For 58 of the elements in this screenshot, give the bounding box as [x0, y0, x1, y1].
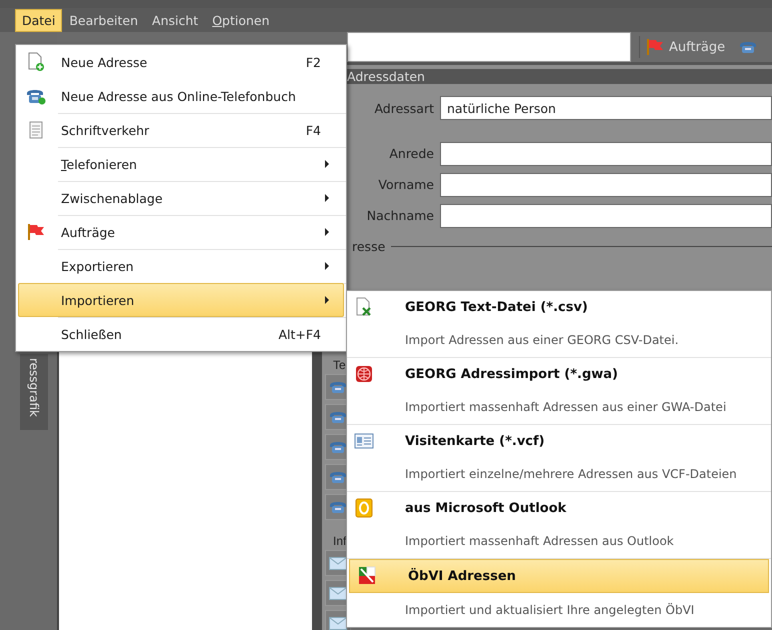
menu-item[interactable]: Ansicht	[145, 8, 206, 32]
field-label: Anrede	[388, 146, 435, 161]
submenu-arrow-icon	[325, 160, 329, 168]
menu-item-description: Import Adressen aus einer GEORG CSV-Datei.	[347, 323, 771, 358]
menu-item[interactable]: Datei	[15, 8, 62, 32]
menu-item[interactable]: GEORG Text-Datei (*.csv)	[347, 291, 771, 323]
menu-item-description: Importiert einzelne/mehrere Adressen aus VCF-Dateien	[347, 457, 771, 492]
menu-item[interactable]: Exportieren	[18, 249, 344, 283]
field-label: Nachname	[366, 208, 435, 223]
flag-icon	[646, 38, 664, 56]
input-field[interactable]: natürliche Person	[440, 96, 772, 120]
flag-icon	[27, 223, 45, 241]
input-field[interactable]	[440, 172, 772, 196]
outlook-icon	[355, 498, 373, 518]
phone-icon[interactable]	[329, 410, 347, 424]
field-label: Vorname	[377, 177, 435, 192]
phone-icon[interactable]	[329, 440, 347, 454]
new-document-icon	[27, 52, 45, 72]
side-tab[interactable]: ressgrafik	[20, 354, 48, 430]
phone-icon[interactable]	[739, 40, 758, 54]
field-label: Adressart	[373, 100, 435, 116]
envelope-icon[interactable]	[329, 586, 347, 600]
document-icon	[29, 121, 43, 139]
submenu-arrow-icon	[325, 262, 329, 270]
envelope-icon[interactable]	[329, 616, 347, 630]
menu-item[interactable]: Schließen Alt+F4	[18, 317, 344, 351]
coat-of-arms-icon	[358, 566, 376, 586]
submenu-arrow-icon	[325, 228, 329, 236]
menu-item[interactable]: Schriftverkehr F4	[18, 113, 344, 147]
submenu-arrow-icon	[325, 194, 329, 202]
envelope-icon[interactable]	[329, 556, 347, 570]
menu-item[interactable]: GEORG Adressimport (*.gwa)	[347, 358, 771, 390]
group-label: resse	[352, 239, 386, 254]
phone-icon	[26, 87, 46, 105]
input-field[interactable]	[440, 204, 772, 228]
business-card-icon	[354, 433, 374, 449]
menu-item[interactable]: Aufträge	[18, 215, 344, 249]
menu-item[interactable]: Optionen	[205, 8, 277, 32]
menu-item-description: Importiert massenhaft Adressen aus einer GWA-Datei	[347, 390, 771, 425]
phone-icon[interactable]	[329, 380, 347, 394]
menu-item-description: Importiert und aktualisiert Ihre angelegten ÖbVI	[404, 602, 696, 619]
section-label: Inf	[332, 534, 346, 548]
phone-icon[interactable]	[329, 470, 347, 484]
menu-item[interactable]: aus Microsoft Outlook	[347, 492, 771, 524]
section-label: Te	[332, 358, 346, 372]
search-field[interactable]	[347, 32, 631, 62]
menu-item[interactable]: Zwischenablage	[18, 181, 344, 215]
submenu-arrow-icon	[325, 296, 329, 304]
phone-icon[interactable]	[329, 500, 347, 514]
menu-item[interactable]: ÖbVI Adressen	[349, 559, 769, 593]
menu-item[interactable]: Importieren	[18, 283, 344, 317]
menu-item[interactable]: Bearbeiten	[62, 8, 146, 32]
globe-icon	[355, 365, 373, 383]
menu-item[interactable]: Visitenkarte (*.vcf)	[347, 425, 771, 457]
orders-button[interactable]: Aufträge	[639, 36, 732, 58]
menu-item[interactable]: Telefonieren	[18, 147, 344, 181]
spreadsheet-file-icon	[355, 297, 373, 317]
input-field[interactable]	[440, 142, 772, 166]
